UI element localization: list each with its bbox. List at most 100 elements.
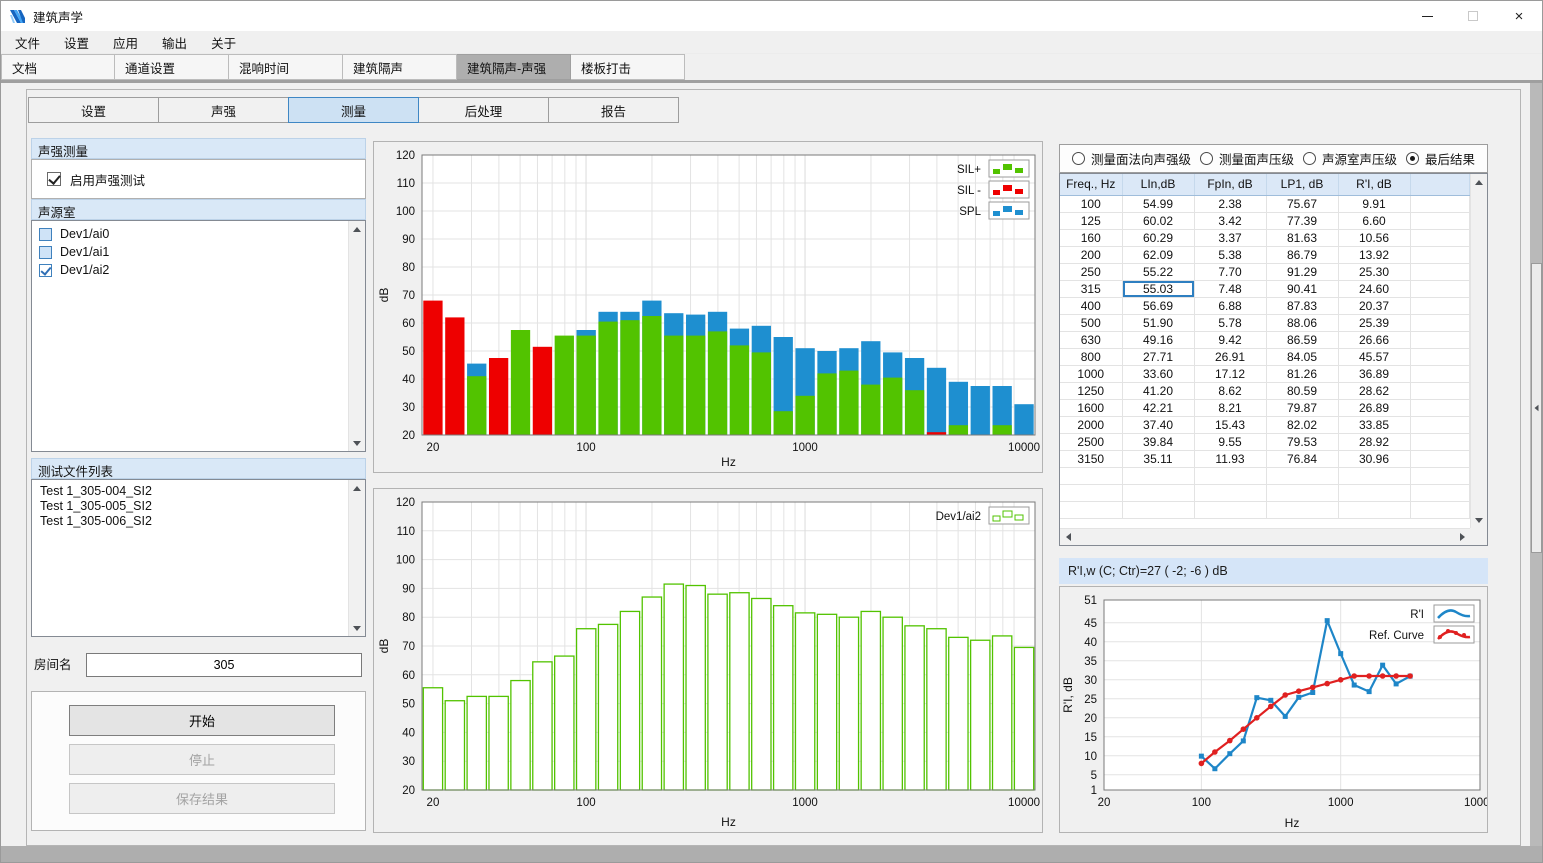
subtab-0[interactable]: 设置	[28, 97, 159, 123]
subtab-4[interactable]: 报告	[548, 97, 679, 123]
subtab-2[interactable]: 测量	[288, 97, 419, 123]
table-cell[interactable]: 25.30	[1338, 263, 1410, 280]
menu-item-3[interactable]: 输出	[150, 30, 199, 55]
table-row[interactable]: 10054.992.3875.679.91	[1060, 195, 1470, 212]
table-cell[interactable]: 28.92	[1338, 433, 1410, 450]
table-cell[interactable]: 84.05	[1266, 348, 1338, 365]
table-cell[interactable]: 250	[1060, 263, 1122, 280]
radio-option-0[interactable]: 测量面法向声强级	[1072, 149, 1191, 168]
table-cell[interactable]: 55.22	[1122, 263, 1194, 280]
minimize-button[interactable]	[1404, 1, 1450, 31]
table-row[interactable]: 50051.905.7888.0625.39	[1060, 314, 1470, 331]
table-cell[interactable]: 26.91	[1194, 348, 1266, 365]
table-cell[interactable]: 6.88	[1194, 297, 1266, 314]
radio-button[interactable]	[1406, 152, 1419, 165]
table-cell[interactable]: 125	[1060, 212, 1122, 229]
radio-option-1[interactable]: 测量面声压级	[1200, 149, 1294, 168]
table-cell[interactable]: 33.60	[1122, 365, 1194, 382]
table-cell[interactable]: 800	[1060, 348, 1122, 365]
table-row[interactable]: 25055.227.7091.2925.30	[1060, 263, 1470, 280]
table-cell[interactable]: 77.39	[1266, 212, 1338, 229]
table-cell[interactable]: 6.60	[1338, 212, 1410, 229]
table-cell[interactable]: 200	[1060, 246, 1122, 263]
table-cell[interactable]: 79.53	[1266, 433, 1338, 450]
scroll-left-button[interactable]	[1060, 529, 1076, 545]
table-cell[interactable]: 87.83	[1266, 297, 1338, 314]
table-cell[interactable]: 2000	[1060, 416, 1122, 433]
table-cell[interactable]: 60.29	[1122, 229, 1194, 246]
table-cell[interactable]: 49.16	[1122, 331, 1194, 348]
table-header-cell[interactable]: R'I, dB	[1338, 174, 1410, 195]
scroll-up-button[interactable]	[349, 480, 365, 496]
table-cell[interactable]: 80.59	[1266, 382, 1338, 399]
table-row[interactable]: 63049.169.4286.5926.66	[1060, 331, 1470, 348]
table-cell[interactable]: 86.79	[1266, 246, 1338, 263]
table-cell[interactable]: 9.91	[1338, 195, 1410, 212]
tab-3[interactable]: 建筑隔声	[343, 54, 457, 80]
table-row[interactable]: 250039.849.5579.5328.92	[1060, 433, 1470, 450]
table-cell[interactable]: 10.56	[1338, 229, 1410, 246]
table-cell[interactable]: 7.70	[1194, 263, 1266, 280]
table-row[interactable]: 40056.696.8887.8320.37	[1060, 297, 1470, 314]
table-row[interactable]: 125041.208.6280.5928.62	[1060, 382, 1470, 399]
results-table[interactable]: Freq., HzLIn,dBFpIn, dBLP1, dBR'I, dB 10…	[1060, 174, 1470, 519]
scroll-down-button[interactable]	[349, 435, 365, 451]
tab-2[interactable]: 混响时间	[229, 54, 343, 80]
table-row[interactable]: 16060.293.3781.6310.56	[1060, 229, 1470, 246]
test-file-item[interactable]: Test 1_305-004_SI2	[32, 484, 347, 499]
room-name-input[interactable]	[86, 653, 362, 677]
table-cell[interactable]: 400	[1060, 297, 1122, 314]
table-cell[interactable]: 81.26	[1266, 365, 1338, 382]
table-cell[interactable]: 17.12	[1194, 365, 1266, 382]
table-cell[interactable]: 15.43	[1194, 416, 1266, 433]
table-row[interactable]: 20062.095.3886.7913.92	[1060, 246, 1470, 263]
table-row[interactable]: 80027.7126.9184.0545.57	[1060, 348, 1470, 365]
table-cell[interactable]: 51.90	[1122, 314, 1194, 331]
table-cell[interactable]: 82.02	[1266, 416, 1338, 433]
table-cell[interactable]: 36.89	[1338, 365, 1410, 382]
table-cell[interactable]: 315	[1060, 280, 1122, 297]
subtab-1[interactable]: 声强	[158, 97, 289, 123]
table-cell[interactable]: 88.06	[1266, 314, 1338, 331]
table-cell[interactable]: 100	[1060, 195, 1122, 212]
table-cell[interactable]: 62.09	[1122, 246, 1194, 263]
table-cell[interactable]: 630	[1060, 331, 1122, 348]
table-cell[interactable]: 79.87	[1266, 399, 1338, 416]
subtab-3[interactable]: 后处理	[418, 97, 549, 123]
tab-1[interactable]: 通道设置	[115, 54, 229, 80]
table-vertical-scrollbar[interactable]	[1470, 174, 1487, 528]
start-button[interactable]: 开始	[69, 705, 335, 736]
table-cell[interactable]: 37.40	[1122, 416, 1194, 433]
table-cell[interactable]: 41.20	[1122, 382, 1194, 399]
table-cell[interactable]: 27.71	[1122, 348, 1194, 365]
scroll-up-button[interactable]	[1471, 174, 1487, 190]
table-cell[interactable]: 90.41	[1266, 280, 1338, 297]
table-cell[interactable]: 75.67	[1266, 195, 1338, 212]
table-row[interactable]: 12560.023.4277.396.60	[1060, 212, 1470, 229]
table-cell[interactable]: 8.62	[1194, 382, 1266, 399]
test-file-item[interactable]: Test 1_305-005_SI2	[32, 499, 347, 514]
table-cell[interactable]: 1600	[1060, 399, 1122, 416]
table-cell[interactable]: 3.37	[1194, 229, 1266, 246]
scroll-up-button[interactable]	[349, 221, 365, 237]
table-row[interactable]: 200037.4015.4382.0233.85	[1060, 416, 1470, 433]
table-cell[interactable]: 8.21	[1194, 399, 1266, 416]
table-cell[interactable]: 45.57	[1338, 348, 1410, 365]
channel-checkbox[interactable]	[39, 228, 52, 241]
close-button[interactable]: ×	[1496, 1, 1542, 31]
menu-item-4[interactable]: 关于	[199, 30, 248, 55]
table-cell[interactable]: 25.39	[1338, 314, 1410, 331]
table-header-cell[interactable]: FpIn, dB	[1194, 174, 1266, 195]
table-header-cell[interactable]: LIn,dB	[1122, 174, 1194, 195]
radio-button[interactable]	[1200, 152, 1213, 165]
table-cell[interactable]: 9.42	[1194, 331, 1266, 348]
menu-item-2[interactable]: 应用	[101, 30, 150, 55]
table-cell[interactable]: 26.89	[1338, 399, 1410, 416]
table-cell[interactable]: 13.92	[1338, 246, 1410, 263]
menu-item-1[interactable]: 设置	[52, 30, 101, 55]
tab-0[interactable]: 文档	[1, 54, 115, 80]
channel-checkbox[interactable]	[39, 264, 52, 277]
table-cell[interactable]: 60.02	[1122, 212, 1194, 229]
table-cell[interactable]: 42.21	[1122, 399, 1194, 416]
radio-button[interactable]	[1072, 152, 1085, 165]
